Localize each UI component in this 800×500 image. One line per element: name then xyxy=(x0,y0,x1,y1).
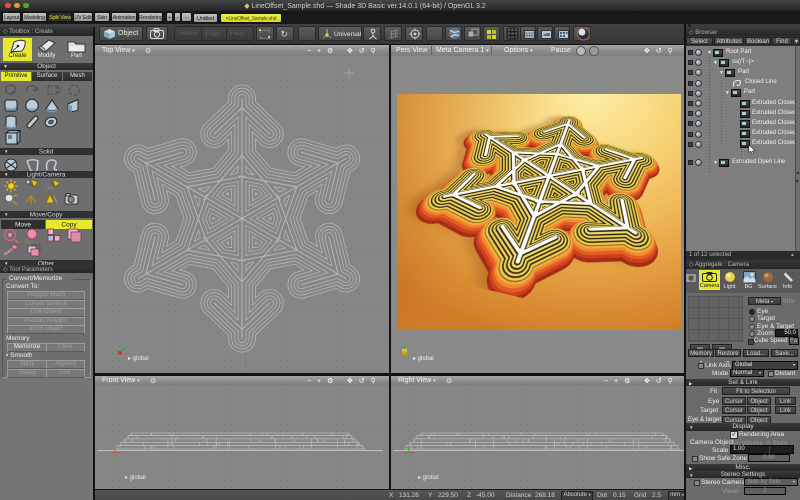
svg-text:▼: ▼ xyxy=(4,149,8,154)
svg-text:▼: ▼ xyxy=(4,172,8,177)
svg-text:Move: Move xyxy=(15,222,31,229)
svg-text:Solid: Solid xyxy=(39,149,54,156)
svg-text:Move/Copy: Move/Copy xyxy=(30,212,64,219)
svg-text:▼: ▼ xyxy=(4,212,8,217)
svg-text:Light/Camera: Light/Camera xyxy=(26,172,65,179)
svg-text:Copy: Copy xyxy=(61,222,77,229)
